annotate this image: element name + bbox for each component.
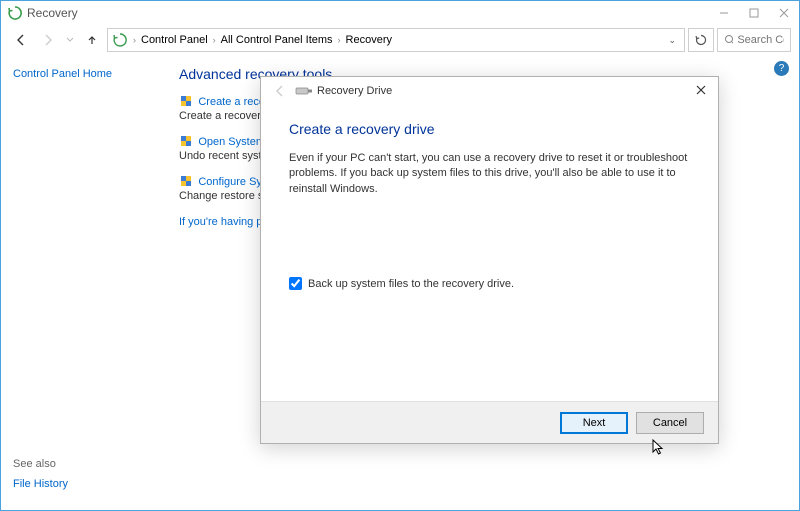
breadcrumb-item[interactable]: Recovery: [346, 34, 392, 46]
sidebar: Control Panel Home See also File History: [1, 56, 165, 510]
chevron-right-icon: ›: [133, 35, 136, 45]
search-box[interactable]: [717, 28, 791, 52]
recovery-app-icon: [7, 5, 23, 21]
see-also-heading: See also: [13, 458, 68, 470]
dialog-description: Even if your PC can't start, you can use…: [289, 151, 690, 197]
dialog-header: Recovery Drive: [261, 77, 718, 105]
recovery-breadcrumb-icon: [112, 32, 128, 48]
backup-checkbox-row[interactable]: Back up system files to the recovery dri…: [289, 277, 690, 290]
see-also-section: See also File History: [13, 458, 68, 490]
maximize-button[interactable]: [739, 1, 769, 24]
breadcrumb-item[interactable]: Control Panel: [141, 34, 208, 46]
shield-icon: [179, 134, 193, 148]
dialog-title: Recovery Drive: [317, 85, 392, 97]
close-button[interactable]: [769, 1, 799, 24]
minimize-button[interactable]: [709, 1, 739, 24]
next-button[interactable]: Next: [560, 412, 628, 434]
control-panel-home-link[interactable]: Control Panel Home: [13, 68, 112, 80]
chevron-right-icon: ›: [213, 35, 216, 45]
recovery-drive-dialog: Recovery Drive Create a recovery drive E…: [260, 76, 719, 444]
recent-dropdown[interactable]: [63, 29, 77, 51]
window-titlebar: Recovery: [1, 1, 799, 24]
shield-icon: [179, 174, 193, 188]
chevron-right-icon: ›: [338, 35, 341, 45]
up-button[interactable]: [80, 29, 104, 51]
dialog-body: Create a recovery drive Even if your PC …: [261, 105, 718, 401]
address-dropdown[interactable]: ⌄: [664, 35, 680, 46]
forward-button[interactable]: [36, 29, 60, 51]
cancel-button[interactable]: Cancel: [636, 412, 704, 434]
refresh-button[interactable]: [688, 28, 714, 52]
backup-checkbox[interactable]: [289, 277, 302, 290]
breadcrumb-item[interactable]: All Control Panel Items: [221, 34, 333, 46]
back-button[interactable]: [9, 29, 33, 51]
navigation-toolbar: › Control Panel › All Control Panel Item…: [1, 24, 799, 56]
backup-checkbox-label: Back up system files to the recovery dri…: [308, 278, 514, 290]
dialog-close-button[interactable]: [688, 80, 714, 100]
window-title: Recovery: [27, 6, 78, 20]
search-input[interactable]: [737, 34, 784, 46]
file-history-link[interactable]: File History: [13, 478, 68, 490]
usb-drive-icon: [295, 84, 313, 98]
dialog-heading: Create a recovery drive: [289, 121, 690, 137]
address-bar[interactable]: › Control Panel › All Control Panel Item…: [107, 28, 685, 52]
dialog-footer: Next Cancel: [261, 401, 718, 443]
search-icon: [724, 34, 733, 46]
dialog-back-button[interactable]: [269, 80, 291, 102]
window-controls: [709, 1, 799, 24]
shield-icon: [179, 94, 193, 108]
